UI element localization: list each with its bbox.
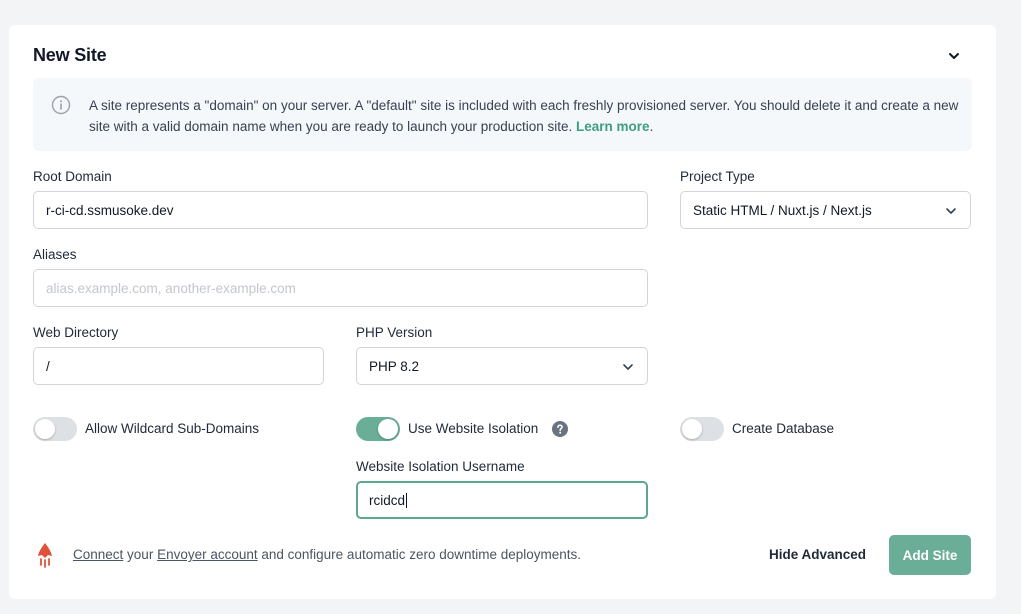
info-circle-icon [51, 95, 71, 115]
collapse-button[interactable] [943, 45, 965, 67]
php-version-label: PHP Version [356, 325, 433, 340]
add-site-button[interactable]: Add Site [889, 535, 971, 575]
hide-advanced-button[interactable]: Hide Advanced [769, 547, 866, 562]
learn-more-link[interactable]: Learn more [576, 119, 650, 134]
isolation-username-input[interactable]: rcidcd [356, 481, 648, 519]
notice-suffix: . [649, 119, 654, 134]
root-domain-label: Root Domain [33, 169, 112, 184]
project-type-value: Static HTML / Nuxt.js / Next.js [693, 202, 872, 218]
new-site-card: New Site A site represents a "domain" on… [9, 25, 996, 599]
toggle-knob [378, 419, 398, 439]
web-directory-value: / [46, 358, 50, 374]
wildcard-toggle[interactable] [33, 417, 77, 441]
php-version-value: PHP 8.2 [369, 358, 420, 374]
footer-rest: and configure automatic zero downtime de… [257, 547, 582, 562]
root-domain-input[interactable]: r-ci-cd.ssmusoke.dev [33, 191, 648, 229]
footer-your: your [123, 547, 158, 562]
envoyer-account-link[interactable]: Envoyer account [157, 547, 258, 562]
database-toggle[interactable] [680, 417, 724, 441]
notice-body: A site represents a "domain" on your ser… [89, 98, 959, 134]
isolation-toggle[interactable] [356, 417, 400, 441]
question-circle-icon[interactable] [552, 421, 568, 437]
aliases-label: Aliases [33, 247, 77, 262]
connect-link[interactable]: Connect [73, 547, 123, 562]
aliases-input[interactable]: alias.example.com, another-example.com [33, 269, 648, 307]
chevron-down-icon [623, 364, 633, 370]
root-domain-value: r-ci-cd.ssmusoke.dev [46, 202, 174, 218]
toggle-knob [35, 419, 55, 439]
chevron-down-icon [949, 53, 959, 59]
isolation-username-value: rcidcd [369, 492, 406, 508]
web-directory-input[interactable]: / [33, 347, 324, 385]
database-toggle-label: Create Database [732, 421, 835, 436]
text-caret [406, 492, 408, 508]
php-version-select[interactable]: PHP 8.2 [356, 347, 648, 385]
envoyer-connect-text: Connect your Envoyer account and configu… [73, 547, 581, 562]
project-type-label: Project Type [680, 169, 755, 184]
envoyer-rocket-icon [38, 543, 52, 568]
aliases-placeholder: alias.example.com, another-example.com [46, 280, 296, 296]
wildcard-toggle-label: Allow Wildcard Sub-Domains [85, 421, 260, 436]
isolation-username-label: Website Isolation Username [356, 459, 525, 474]
notice-text: A site represents a "domain" on your ser… [89, 95, 959, 137]
web-directory-label: Web Directory [33, 325, 119, 340]
isolation-toggle-label: Use Website Isolation [408, 421, 539, 436]
toggle-knob [682, 419, 702, 439]
info-notice: A site represents a "domain" on your ser… [33, 78, 972, 151]
chevron-down-icon [946, 208, 956, 214]
project-type-select[interactable]: Static HTML / Nuxt.js / Next.js [680, 191, 971, 229]
card-title: New Site [33, 45, 107, 65]
